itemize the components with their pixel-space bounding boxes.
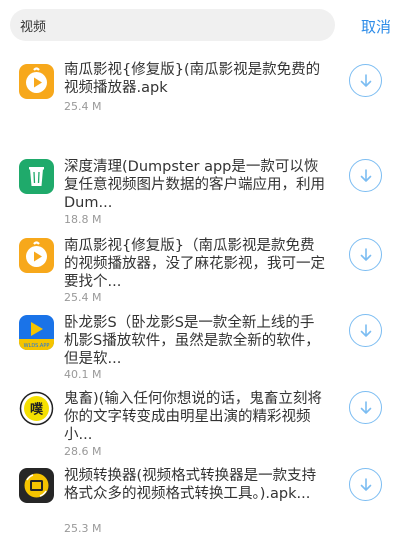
pumpkin-video-icon	[19, 64, 54, 99]
result-size: 25.3 M	[64, 522, 102, 535]
result-item[interactable]: 南瓜影视{修复版}（南瓜影视是款免费的视频播放器，没了麻花影视，我可一定要找个.…	[0, 216, 403, 304]
download-button[interactable]	[349, 314, 382, 347]
result-title: 深度清理(Dumpster app是一款可以恢复任意视频图片数据的客户端应用，利…	[64, 159, 325, 211]
arrow-down-icon	[360, 477, 371, 491]
result-title: 鬼畜)(输入任何你想说的话，鬼畜立刻将你的文字转变成由明星出演的精彩视频小...	[64, 391, 322, 443]
result-title: 卧龙影S（卧龙影S是一款全新上线的手机影S播放软件，虽然是款全新的软件，但是软.…	[64, 315, 320, 367]
result-item[interactable]: 深度清理(Dumpster app是一款可以恢复任意视频图片数据的客户端应用，利…	[0, 138, 403, 226]
result-item[interactable]: 视频转换器(视频格式转换器是一款支持格式众多的视频格式转换工具。).apk...…	[0, 450, 403, 535]
svg-text:WLDS.APP: WLDS.APP	[24, 343, 50, 349]
download-button[interactable]	[349, 64, 382, 97]
download-button[interactable]	[349, 159, 382, 192]
wolong-play-icon: WLDS.APP	[19, 315, 54, 350]
cancel-button[interactable]: 取消	[361, 16, 391, 37]
result-item[interactable]: 噗 鬼畜)(输入任何你想说的话，鬼畜立刻将你的文字转变成由明星出演的精彩视频小.…	[0, 372, 403, 458]
result-title: 南瓜影视{修复版}（南瓜影视是款免费的视频播放器，没了麻花影视，我可一定要找个.…	[64, 238, 325, 290]
arrow-down-icon	[360, 73, 371, 87]
arrow-down-icon	[360, 400, 371, 414]
arrow-down-icon	[360, 323, 371, 337]
video-converter-icon	[19, 468, 54, 503]
guichu-pu-icon: 噗	[19, 391, 54, 426]
download-button[interactable]	[349, 468, 382, 501]
search-input[interactable]: 视频	[10, 9, 335, 41]
result-title: 视频转换器(视频格式转换器是一款支持格式众多的视频格式转换工具。).apk...	[64, 468, 317, 502]
result-item[interactable]: WLDS.APP 卧龙影S（卧龙影S是一款全新上线的手机影S播放软件，虽然是款全…	[0, 294, 403, 381]
dumpster-trash-icon	[19, 159, 54, 194]
svg-text:噗: 噗	[30, 402, 44, 418]
search-query-text: 视频	[20, 19, 47, 35]
pumpkin-video-icon	[19, 238, 54, 273]
result-size: 25.4 M	[64, 100, 102, 113]
arrow-down-icon	[360, 247, 371, 261]
result-list: 南瓜影视{修复版}(南瓜影视是款免费的视频播放器.apk 25.4 M 深度清理…	[0, 60, 403, 535]
result-title: 南瓜影视{修复版}(南瓜影视是款免费的视频播放器.apk	[64, 62, 321, 96]
result-item[interactable]: 南瓜影视{修复版}(南瓜影视是款免费的视频播放器.apk 25.4 M	[0, 60, 403, 138]
download-button[interactable]	[349, 238, 382, 271]
arrow-down-icon	[360, 168, 371, 182]
download-button[interactable]	[349, 391, 382, 424]
